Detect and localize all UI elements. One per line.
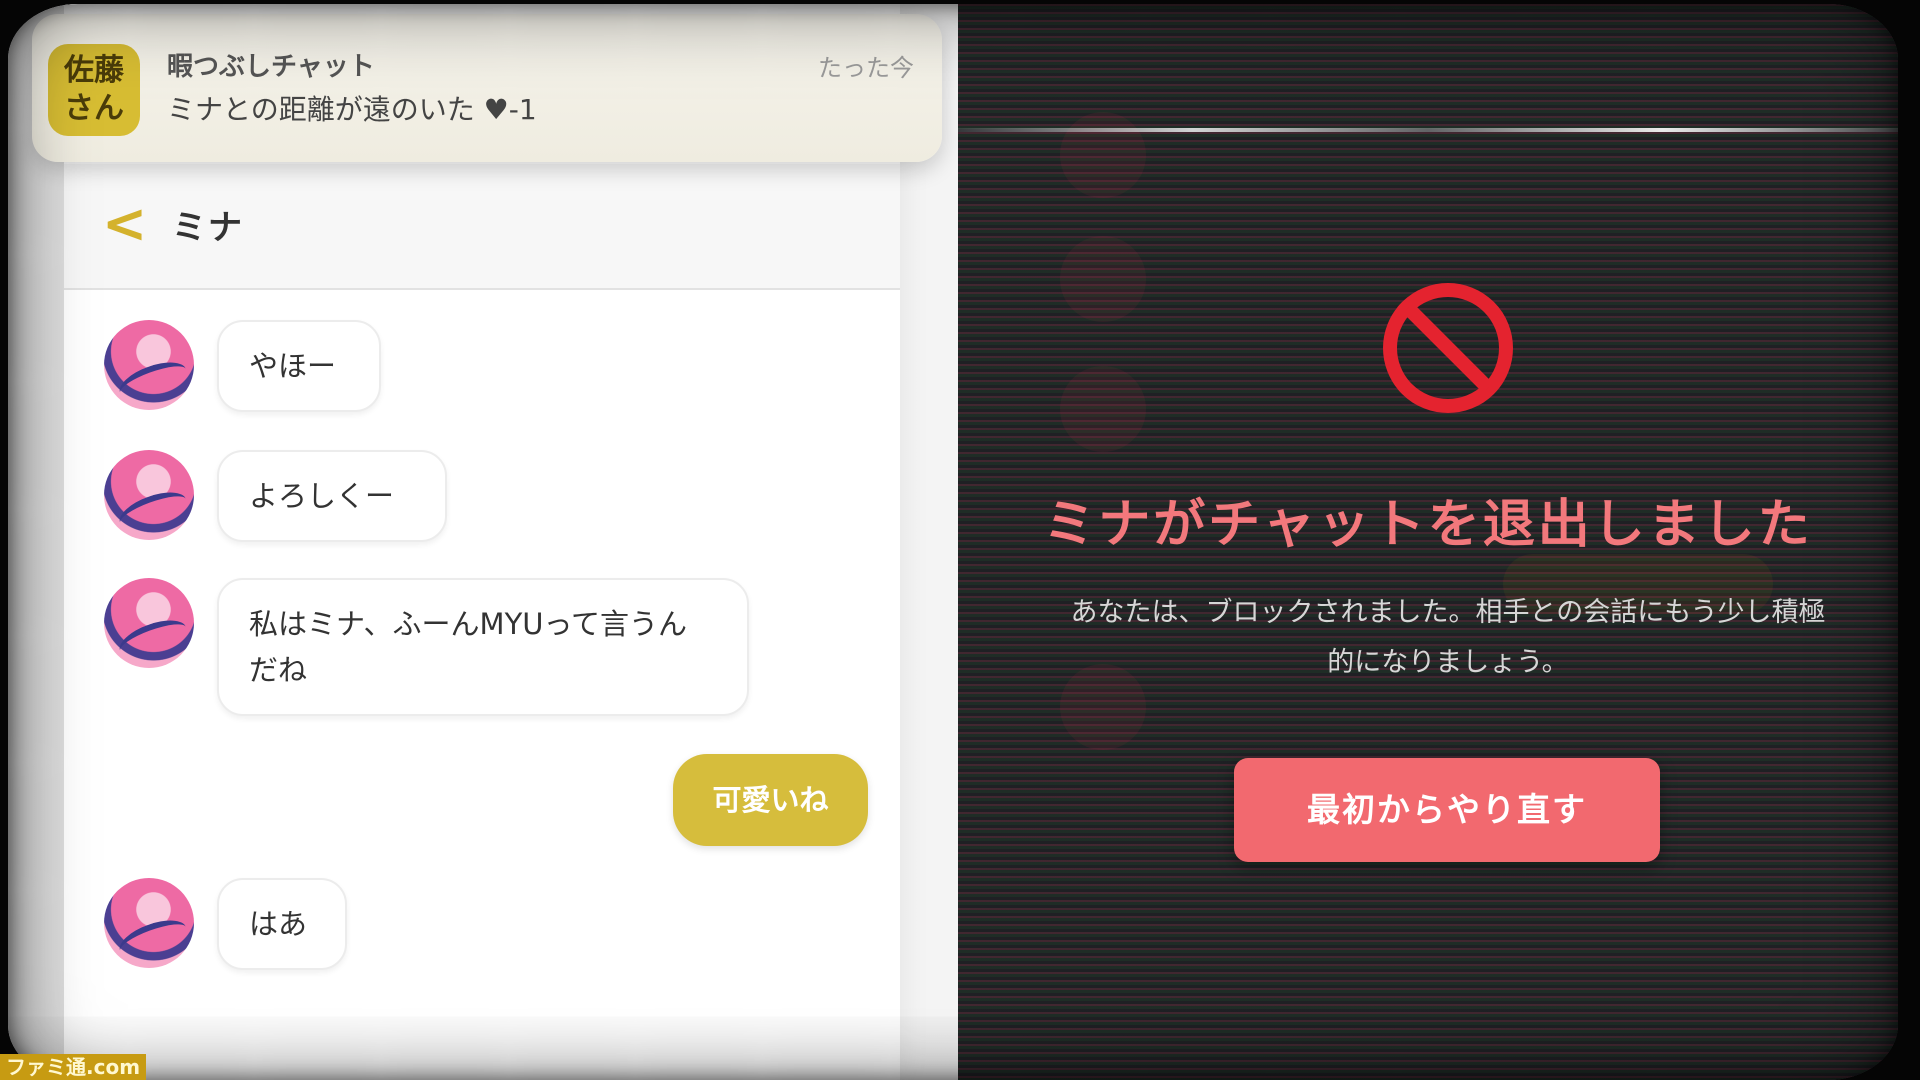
chat-window: < ミナ やほー よろしくー 私はミナ、ふーんMYUって言うんだね 可愛いね は…	[64, 4, 900, 1080]
message-bubble: はあ	[217, 878, 347, 970]
mina-avatar	[104, 320, 194, 410]
game-screen: < ミナ やほー よろしくー 私はミナ、ふーんMYUって言うんだね 可愛いね は…	[0, 0, 1920, 1080]
blocked-panel: ミナがチャットを退出しました あなたは、ブロックされました。相手との会話にもう少…	[958, 4, 1898, 1080]
avatar-honorific: さん	[64, 91, 124, 126]
crt-screen: < ミナ やほー よろしくー 私はミナ、ふーんMYUって言うんだね 可愛いね は…	[8, 4, 1898, 1080]
prohibited-icon	[1383, 283, 1513, 413]
mina-avatar	[104, 878, 194, 968]
notification-toast[interactable]: 佐藤 さん 暇つぶしチャット たった今 ミナとの距離が遠のいた ♥-1	[32, 14, 942, 162]
avatar-name: 佐藤	[64, 53, 124, 88]
restart-button[interactable]: 最初からやり直す	[1234, 758, 1660, 862]
heart-icon: ♥	[483, 93, 509, 126]
mina-avatar	[104, 450, 194, 540]
notification-time: たった今	[818, 54, 914, 82]
mina-avatar	[104, 578, 194, 668]
back-button[interactable]: <	[102, 194, 158, 254]
notification-text: ミナとの距離が遠のいた	[167, 93, 475, 126]
chat-header: < ミナ	[64, 164, 900, 290]
message-bubble: 私はミナ、ふーんMYUって言うんだね	[217, 578, 749, 716]
chat-app-panel: < ミナ やほー よろしくー 私はミナ、ふーんMYUって言うんだね 可愛いね は…	[8, 4, 958, 1080]
heart-change: -1	[508, 93, 537, 126]
my-message-bubble: 可愛いね	[673, 754, 868, 846]
chat-title: ミナ	[172, 208, 244, 248]
message-bubble: よろしくー	[217, 450, 447, 542]
notification-message: ミナとの距離が遠のいた ♥-1	[167, 88, 537, 128]
glitch-line	[958, 128, 1898, 132]
watermark-logo: ファミ通.com	[0, 1054, 147, 1080]
blocked-description: あなたは、ブロックされました。相手との会話にもう少し積極的になりましょう。	[1070, 597, 1826, 678]
notification-app-name: 暇つぶしチャット	[167, 52, 375, 82]
message-bubble: やほー	[217, 320, 381, 412]
blocked-title: ミナがチャットを退出しました	[1043, 495, 1813, 555]
notification-avatar: 佐藤 さん	[48, 44, 140, 136]
